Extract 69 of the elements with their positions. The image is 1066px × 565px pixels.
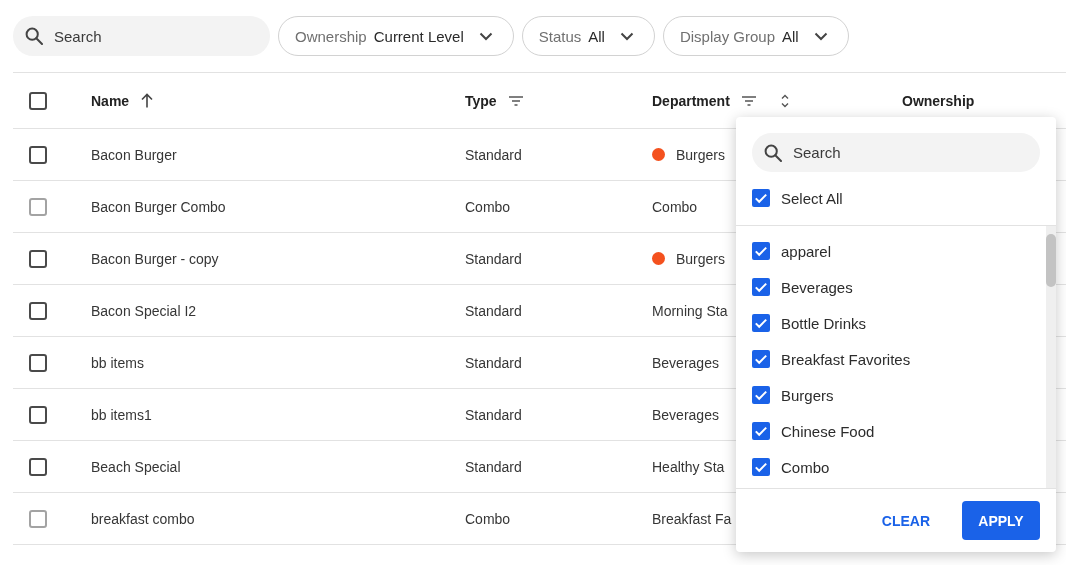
- option-checkbox[interactable]: [752, 314, 770, 332]
- checkbox-label[interactable]: apparel: [781, 242, 832, 260]
- type-cell: Standard: [465, 146, 522, 163]
- arrow-up-icon[interactable]: [141, 93, 154, 108]
- up-down-chevron-icon[interactable]: [779, 92, 790, 109]
- chevron-down-icon: [813, 31, 828, 41]
- chevron-down-icon: [478, 31, 493, 41]
- name-cell: bb items1: [91, 406, 152, 423]
- department-cell: Burgers: [676, 146, 726, 163]
- filter-icon[interactable]: [741, 95, 756, 106]
- filter-dropdown[interactable]: Status All: [521, 16, 655, 56]
- search-icon: [764, 143, 782, 162]
- checkbox-label[interactable]: Combo: [781, 458, 830, 476]
- row-checkbox[interactable]: [29, 301, 47, 320]
- scrollbar-thumb[interactable]: [1046, 234, 1056, 287]
- search-field[interactable]: Search: [752, 133, 1040, 172]
- type-cell: Combo: [465, 510, 511, 527]
- name-cell: Bacon Special I2: [91, 302, 197, 319]
- option-checkbox[interactable]: [752, 350, 770, 368]
- apply-button[interactable]: APPLY: [962, 501, 1040, 540]
- filter-dropdown[interactable]: Display Group All: [662, 16, 849, 56]
- row-checkbox[interactable]: [29, 457, 47, 476]
- filter-icon[interactable]: [508, 95, 523, 106]
- department-cell: Beverages: [652, 406, 719, 423]
- column-header[interactable]: Department: [652, 92, 730, 109]
- department-cell: Breakfast Fa: [652, 510, 732, 527]
- chevron-down-icon: [619, 31, 634, 41]
- select-all-checkbox[interactable]: [752, 189, 770, 207]
- type-cell: Combo: [465, 198, 511, 215]
- department-cell: Morning Sta: [652, 302, 728, 319]
- checkbox-label[interactable]: Beverages: [781, 278, 853, 296]
- option-checkbox[interactable]: [752, 458, 770, 476]
- department-cell: Combo: [652, 198, 698, 215]
- checkbox-label[interactable]: Chinese Food: [781, 422, 875, 440]
- option-checkbox[interactable]: [752, 422, 770, 440]
- type-cell: Standard: [465, 250, 522, 267]
- name-cell: Bacon Burger - copy: [91, 250, 219, 267]
- column-header[interactable]: Name: [91, 92, 130, 109]
- row-checkbox[interactable]: [29, 405, 47, 424]
- department-cell: Burgers: [676, 250, 726, 267]
- name-cell: Bacon Burger: [91, 146, 177, 163]
- type-cell: Standard: [465, 354, 522, 371]
- search-icon: [25, 27, 43, 45]
- checkbox-label[interactable]: Select All: [781, 189, 843, 207]
- option-checkbox[interactable]: [752, 242, 770, 260]
- name-cell: Beach Special: [91, 458, 181, 475]
- column-header[interactable]: Ownership: [902, 92, 975, 109]
- name-cell: breakfast combo: [91, 510, 195, 527]
- scrollbar-track[interactable]: [1046, 226, 1056, 488]
- row-checkbox[interactable]: [29, 145, 47, 164]
- department-cell: Beverages: [652, 354, 719, 371]
- name-cell: bb items: [91, 354, 144, 371]
- row-checkbox[interactable]: [29, 249, 47, 268]
- select-all-checkbox[interactable]: [29, 91, 47, 110]
- search-field[interactable]: Search: [13, 16, 270, 56]
- filter-dropdown[interactable]: Ownership Current Level: [278, 16, 514, 56]
- type-cell: Standard: [465, 302, 522, 319]
- column-header[interactable]: Type: [465, 92, 497, 109]
- type-cell: Standard: [465, 406, 522, 423]
- department-cell: Healthy Sta: [652, 458, 725, 475]
- row-checkbox[interactable]: [29, 353, 47, 372]
- checkbox-label[interactable]: Burgers: [781, 386, 834, 404]
- checkbox-label[interactable]: Bottle Drinks: [781, 314, 867, 332]
- name-cell: Bacon Burger Combo: [91, 198, 226, 215]
- option-checkbox[interactable]: [752, 278, 770, 296]
- option-checkbox[interactable]: [752, 386, 770, 404]
- type-cell: Standard: [465, 458, 522, 475]
- clear-button[interactable]: CLEAR: [881, 512, 930, 529]
- checkbox-label[interactable]: Breakfast Favorites: [781, 350, 911, 368]
